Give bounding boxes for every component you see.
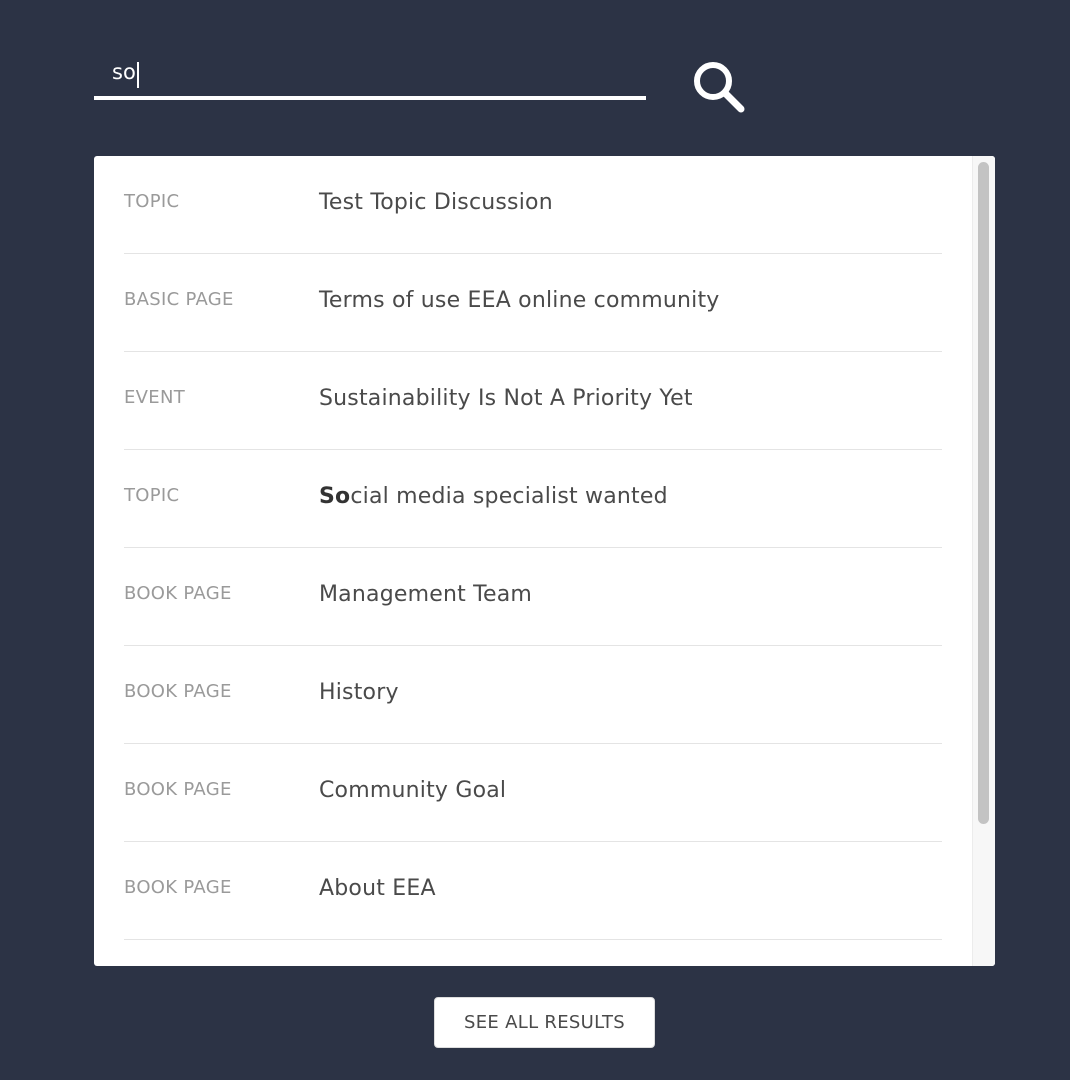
result-title: Management Team: [319, 582, 532, 607]
result-row[interactable]: BASIC PAGE Terms of use EEA online commu…: [124, 254, 942, 352]
result-row[interactable]: BOOK PAGE About EEA: [124, 842, 942, 940]
result-title-match: So: [319, 484, 351, 509]
result-title: About EEA: [319, 876, 436, 901]
result-row[interactable]: BOOK PAGE History: [124, 646, 942, 744]
result-type: BOOK PAGE: [124, 779, 232, 800]
result-title-rest: About EEA: [319, 876, 436, 901]
result-row[interactable]: TOPIC Social media specialist wanted: [124, 450, 942, 548]
results-scrollbar[interactable]: [972, 156, 995, 966]
result-row[interactable]: EVENT Sustainability Is Not A Priority Y…: [124, 352, 942, 450]
result-title-rest: Sustainability Is Not A Priority Yet: [319, 386, 693, 411]
search-button[interactable]: [690, 58, 750, 118]
result-type: EVENT: [124, 387, 186, 408]
result-title-rest: Terms of use EEA online community: [319, 288, 720, 313]
result-row[interactable]: BOOK PAGE Community Goal: [124, 744, 942, 842]
result-type: BASIC PAGE: [124, 289, 234, 310]
result-title: History: [319, 680, 399, 705]
result-title: Test Topic Discussion: [319, 190, 553, 215]
result-title: Community Goal: [319, 778, 506, 803]
search-input[interactable]: so: [94, 54, 646, 100]
result-title-rest: History: [319, 680, 399, 705]
result-type: TOPIC: [124, 191, 180, 212]
result-title-rest: Management Team: [319, 582, 533, 607]
search-icon: [694, 62, 745, 113]
result-type: TOPIC: [124, 485, 180, 506]
result-title: Terms of use EEA online community: [319, 288, 720, 313]
result-title: Sustainability Is Not A Priority Yet: [319, 386, 693, 411]
result-title-rest: cial media specialist wanted: [350, 484, 668, 509]
search-bar: so: [94, 40, 754, 120]
search-input-value: so: [112, 60, 136, 84]
result-type: BOOK PAGE: [124, 877, 232, 898]
result-type: BOOK PAGE: [124, 681, 232, 702]
result-type: BOOK PAGE: [124, 583, 232, 604]
result-title-rest: Test Topic Discussion: [319, 190, 553, 215]
text-caret: [137, 62, 139, 88]
result-row[interactable]: TOPIC Test Topic Discussion: [124, 156, 942, 254]
result-row[interactable]: BOOK PAGE Management Team: [124, 548, 942, 646]
search-results-panel: TOPIC Test Topic Discussion BASIC PAGE T…: [94, 156, 995, 966]
result-title: Social media specialist wanted: [319, 484, 668, 509]
results-list: TOPIC Test Topic Discussion BASIC PAGE T…: [124, 156, 942, 940]
result-title-rest: Community Goal: [319, 778, 507, 803]
see-all-results-button[interactable]: SEE ALL RESULTS: [434, 997, 655, 1048]
scrollbar-thumb[interactable]: [978, 162, 989, 824]
